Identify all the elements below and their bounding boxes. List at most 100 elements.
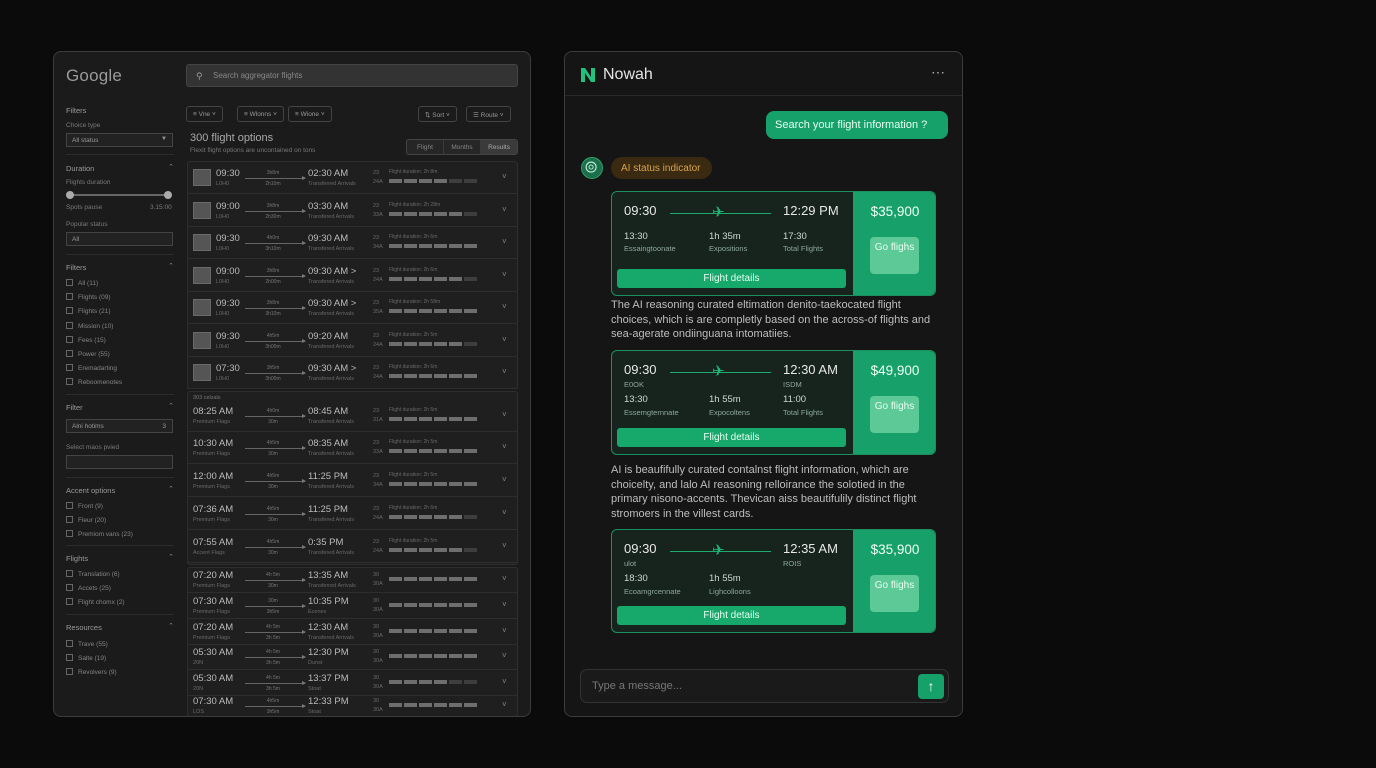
flight-result-row[interactable]: 07:30 AM Premium Flags 30m 3h5m 10:35 PM Ecen… (187, 593, 518, 619)
filter-checkbox[interactable]: Premiom vans (23) (66, 530, 133, 538)
filter-checkbox[interactable]: Accets (25) (66, 584, 111, 592)
slider-handle-min[interactable] (66, 191, 74, 199)
checkbox-icon[interactable] (66, 570, 73, 577)
resources-heading[interactable]: Resources ⌃ (66, 623, 174, 632)
duration-slider[interactable] (66, 191, 172, 199)
filter-checkbox[interactable]: Mission (10) (66, 321, 113, 330)
chevron-down-icon[interactable]: ˅ (502, 442, 507, 451)
flight-result-row[interactable]: 09:30 L0H0 3h8m 2h10m 02:30 AM Transferred Ar… (187, 161, 518, 194)
more-horizontal-icon[interactable]: ⋯ (931, 64, 946, 81)
chevron-down-icon[interactable]: ˅ (502, 335, 507, 344)
chevron-up-icon[interactable]: ⌃ (168, 262, 174, 270)
flights-heading[interactable]: Flights ⌃ (66, 554, 174, 563)
checkbox-icon[interactable] (66, 516, 73, 524)
checkbox-icon[interactable] (66, 293, 73, 301)
chevron-up-icon[interactable]: ⌃ (168, 163, 174, 171)
flight-details-button[interactable]: Flight details (617, 269, 846, 288)
checkbox-icon[interactable] (66, 668, 73, 676)
tab-results[interactable]: Results (481, 140, 517, 154)
filter-checkbox[interactable]: Eremadarting (66, 364, 117, 372)
flight-result-row[interactable]: 10:30 AM Premium Flags 4h5m 30m 08:35 AM Tran… (187, 431, 518, 464)
filter-checkbox[interactable]: Flights (21) (66, 307, 111, 315)
select-input[interactable] (66, 455, 173, 469)
duration-heading[interactable]: Duration ⌃ (66, 164, 174, 173)
checkbox-icon[interactable] (66, 378, 73, 386)
flight-result-row[interactable]: 12:00 AM Premium Flags 4h5m 30m 11:25 PM Tran… (187, 464, 518, 497)
chevron-down-icon[interactable]: ˅ (502, 367, 507, 376)
flight-details-button[interactable]: Flight details (617, 606, 846, 625)
tab-months[interactable]: Months (444, 140, 481, 154)
tab-flight[interactable]: Flight (407, 140, 444, 154)
filter-checkbox[interactable]: Flight chomx (2) (66, 598, 125, 606)
accent-options-heading[interactable]: Accent options ⌃ (66, 486, 174, 495)
filter-checkbox[interactable]: Fees (15) (66, 335, 106, 344)
chevron-down-icon[interactable]: ˅ (502, 270, 507, 279)
flight-result-row[interactable]: 07:36 AM Premium Flags 4h5m 30m 11:25 PM Tran… (187, 497, 518, 530)
go-flights-button[interactable]: Go flighs (870, 575, 919, 612)
flight-result-row[interactable]: 09:00 L0H0 3h8m 2h00m 09:30 AM > Transfered A… (187, 259, 518, 292)
checkbox-icon[interactable] (66, 530, 73, 538)
chevron-up-icon[interactable]: ⌃ (168, 485, 174, 493)
chevron-down-icon[interactable]: ˅ (502, 237, 507, 246)
filter-checkbox[interactable]: Fleur (20) (66, 516, 106, 524)
checkbox-icon[interactable] (66, 598, 73, 606)
toolbar-filter-2[interactable]: ≡ Wlonns ˅ (237, 106, 284, 122)
flight-result-row[interactable]: 07:30 L0H0 3h5m 3h00m 09:30 AM > Transfered A… (187, 357, 518, 389)
filter-checkbox[interactable]: All (11) (66, 279, 98, 287)
checkbox-icon[interactable] (66, 350, 73, 357)
flight-result-row[interactable]: 05:30 AM 20N 4h 5m 3h 5m 12:30 PM Dunst 30 30A ˅ (187, 644, 518, 670)
flight-details-button[interactable]: Flight details (617, 428, 846, 447)
chevron-down-icon[interactable]: ˅ (502, 410, 507, 419)
chevron-up-icon[interactable]: ⌃ (168, 553, 174, 561)
checkbox-icon[interactable] (66, 321, 73, 329)
filter-checkbox[interactable]: Trave (55) (66, 640, 108, 648)
flight-result-row[interactable]: 09:30 L0H0 4h5m 3h00m 09:20 AM Transfered Arr… (187, 324, 518, 357)
flight-result-row[interactable]: 08:25 AM Premium Flags 4h0m 30m 08:45 AM Tran… (187, 399, 518, 432)
filter-checkbox[interactable]: Power (55) (66, 350, 110, 358)
send-button[interactable]: ↑ (918, 674, 944, 699)
chevron-down-icon[interactable]: ˅ (502, 172, 507, 181)
chevron-down-icon[interactable]: ˅ (502, 600, 507, 609)
filter-checkbox[interactable]: Salte (19) (66, 654, 106, 662)
flight-result-row[interactable]: 07:20 AM Premium Flags 4h 5m 30m 13:35 AM Tra… (187, 567, 518, 593)
chevron-down-icon[interactable]: ˅ (502, 700, 507, 709)
filter-heading[interactable]: Filter ⌃ (66, 403, 174, 412)
chevron-down-icon[interactable]: ˅ (502, 677, 507, 686)
filter-checkbox[interactable]: Flights (09) (66, 293, 111, 301)
filter-input[interactable]: Alni hotims 3 (66, 419, 173, 433)
filter-checkbox[interactable]: Revolvers (9) (66, 668, 117, 676)
chevron-down-icon[interactable]: ˅ (502, 626, 507, 635)
flight-result-row[interactable]: 09:00 L0H0 3h8m 2h30m 03:30 AM Transfered Arr… (187, 194, 518, 227)
route-button[interactable]: ☰ Route ˅ (466, 106, 511, 122)
chevron-down-icon[interactable]: ˅ (502, 475, 507, 484)
checkbox-icon[interactable] (66, 654, 73, 662)
message-input[interactable]: Type a message... ↑ (580, 669, 949, 703)
go-flights-button[interactable]: Go flighs (870, 237, 919, 274)
flight-result-row[interactable]: 07:55 AM Accent Flags 4h5m 30m 0:35 PM Transf… (187, 530, 518, 563)
choice-type-select[interactable]: All status ▼ (66, 133, 173, 147)
checkbox-icon[interactable] (66, 307, 73, 315)
sort-button[interactable]: ⇅ Sort ˅ (418, 106, 457, 122)
flight-result-row[interactable]: 09:30 L0H0 3h8m 3h10m 09:30 AM > Transfered A… (187, 292, 518, 324)
toolbar-filter-1[interactable]: ≡ Vne ˅ (186, 106, 223, 122)
checkbox-icon[interactable] (66, 279, 73, 286)
filter-checkbox[interactable]: Front (9) (66, 502, 103, 510)
filter-checkbox[interactable]: Translation (6) (66, 570, 120, 578)
chevron-down-icon[interactable]: ˅ (502, 508, 507, 517)
chevron-down-icon[interactable]: ˅ (502, 651, 507, 660)
slider-handle-max[interactable] (164, 191, 172, 199)
go-flights-button[interactable]: Go flighs (870, 396, 919, 433)
checkbox-icon[interactable] (66, 502, 73, 509)
chevron-down-icon[interactable]: ˅ (502, 302, 507, 311)
flight-result-row[interactable]: 07:30 AM LOS 4h5m 3h5m 12:33 PM Stoat 30 30A ˅ (187, 695, 518, 716)
chevron-up-icon[interactable]: ⌃ (168, 402, 174, 410)
filters-section-heading[interactable]: Filters ⌃ (66, 263, 174, 272)
checkbox-icon[interactable] (66, 335, 73, 343)
filter-checkbox[interactable]: Reboomenotes (66, 378, 122, 386)
chevron-down-icon[interactable]: ˅ (502, 574, 507, 583)
popular-status-input[interactable]: All (66, 232, 173, 246)
flight-result-row[interactable]: 07:20 AM Premium Flags 4h 5m 3h 5m 12:30 AM T… (187, 619, 518, 645)
chevron-up-icon[interactable]: ⌃ (168, 622, 174, 630)
chevron-down-icon[interactable]: ˅ (502, 541, 507, 550)
flight-result-row[interactable]: 09:30 L0H0 4h0m 3h10m 09:30 AM Transfered Arr… (187, 227, 518, 259)
